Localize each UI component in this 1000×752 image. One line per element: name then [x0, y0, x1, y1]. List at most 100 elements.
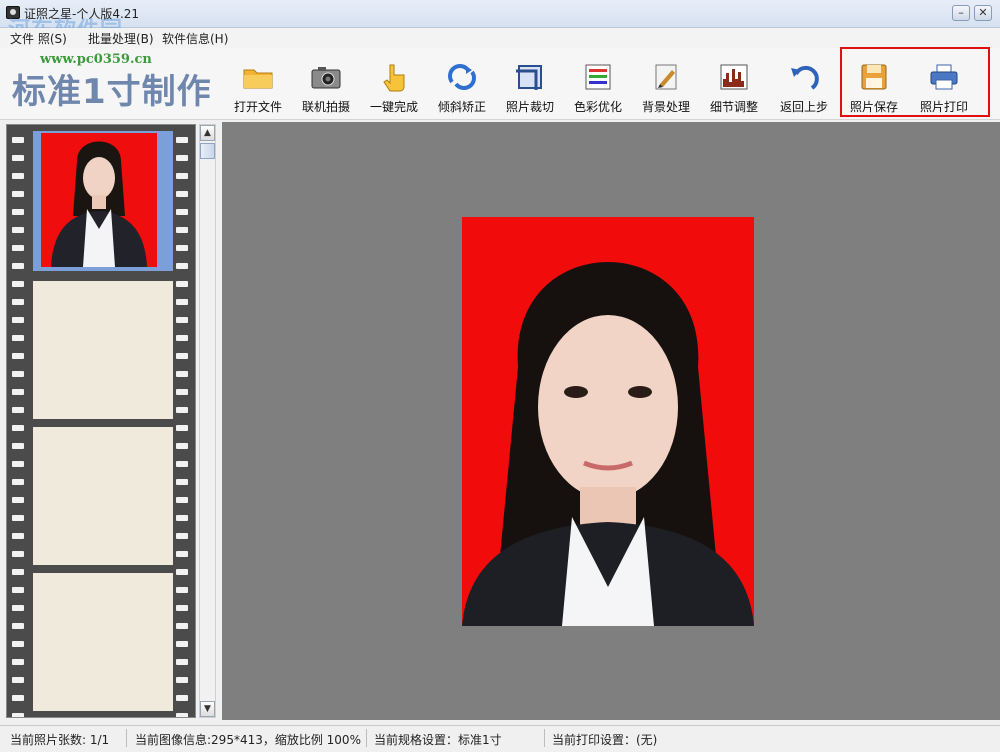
color-optimize-button[interactable]: 色彩优化	[566, 58, 630, 114]
thumbnail-frame-empty[interactable]	[33, 427, 173, 565]
rotate-icon	[446, 62, 478, 92]
detail-adjust-label: 细节调整	[709, 100, 758, 114]
film-holes-left	[12, 125, 26, 717]
open-file-button[interactable]: 打开文件	[226, 58, 290, 114]
film-hole	[176, 695, 188, 701]
tilt-correct-button[interactable]: 倾斜矫正	[430, 58, 494, 114]
status-bar: 当前照片张数: 1/1 当前图像信息:295*413，缩放比例 100% 当前规…	[0, 725, 1000, 752]
film-hole	[176, 605, 188, 611]
film-hole	[12, 695, 24, 701]
film-hole	[12, 299, 24, 305]
highlight-annotation-box	[840, 47, 990, 117]
menu-info[interactable]: 软件信息(H)	[162, 30, 228, 47]
film-hole	[176, 155, 188, 161]
film-hole	[176, 299, 188, 305]
crop-button[interactable]: 照片裁切	[498, 58, 562, 114]
film-hole	[12, 551, 24, 557]
film-hole	[176, 317, 188, 323]
undo-button[interactable]: 返回上步	[772, 58, 836, 114]
film-hole	[176, 641, 188, 647]
film-hole	[176, 587, 188, 593]
film-hole	[12, 569, 24, 575]
brush-icon	[650, 62, 682, 92]
film-hole	[176, 479, 188, 485]
camera-capture-label: 联机拍摄	[301, 100, 350, 114]
menu-batch[interactable]: 批量处理(B)	[88, 30, 154, 47]
film-hole	[12, 425, 24, 431]
film-hole	[12, 317, 24, 323]
crop-icon	[514, 62, 546, 92]
scroll-thumb[interactable]	[200, 143, 215, 159]
menu-bar: 文件 照(S) 批量处理(B) 软件信息(H)	[0, 28, 1000, 48]
crop-label: 照片裁切	[505, 100, 554, 114]
minimize-button[interactable]: –	[952, 5, 970, 21]
film-hole	[12, 677, 24, 683]
menu-file[interactable]: 文件 照(S)	[10, 30, 67, 47]
photo-canvas[interactable]	[222, 122, 1000, 720]
detail-adjust-button[interactable]: 细节调整	[702, 58, 766, 114]
film-hole	[176, 515, 188, 521]
camera-icon	[310, 62, 342, 92]
watermark-url: www.pc0359.cn	[40, 52, 152, 67]
film-hole	[12, 191, 24, 197]
film-hole	[176, 713, 188, 717]
scroll-down-arrow-icon[interactable]: ▼	[200, 701, 215, 717]
film-hole	[12, 335, 24, 341]
film-hole	[176, 425, 188, 431]
film-hole	[176, 533, 188, 539]
title-bar: 证照之星-个人版4.21 河东软件园 – ✕	[0, 0, 1000, 43]
film-hole	[12, 209, 24, 215]
film-hole	[176, 209, 188, 215]
background-button[interactable]: 背景处理	[634, 58, 698, 114]
film-hole	[176, 623, 188, 629]
filmstrip-scrollbar[interactable]: ▲ ▼	[199, 124, 216, 718]
status-separator	[544, 729, 545, 747]
film-hole	[176, 569, 188, 575]
status-print: 当前打印设置：(无)	[552, 733, 658, 747]
film-hole	[176, 677, 188, 683]
status-separator	[366, 729, 367, 747]
undo-label: 返回上步	[779, 100, 828, 114]
film-hole	[12, 497, 24, 503]
film-hole	[12, 281, 24, 287]
close-button[interactable]: ✕	[974, 5, 992, 21]
thumbnail-photo	[41, 133, 157, 267]
status-photo-count: 当前照片张数: 1/1	[10, 733, 110, 747]
film-hole	[12, 407, 24, 413]
open-file-label: 打开文件	[233, 100, 282, 114]
status-image-info: 当前图像信息:295*413，缩放比例 100%	[135, 733, 361, 747]
film-hole	[12, 659, 24, 665]
film-hole	[12, 515, 24, 521]
film-hole	[12, 479, 24, 485]
film-hole	[176, 407, 188, 413]
film-hole	[12, 533, 24, 539]
background-label: 背景处理	[641, 100, 690, 114]
film-hole	[12, 173, 24, 179]
film-hole	[12, 443, 24, 449]
film-hole	[12, 245, 24, 251]
thumbnail-filmstrip[interactable]	[6, 124, 196, 718]
one-click-button[interactable]: 一键完成	[362, 58, 426, 114]
film-hole	[12, 227, 24, 233]
film-hole	[12, 353, 24, 359]
film-holes-right	[176, 125, 190, 717]
film-hole	[12, 389, 24, 395]
film-hole	[176, 173, 188, 179]
film-hole	[176, 227, 188, 233]
camera-capture-button[interactable]: 联机拍摄	[294, 58, 358, 114]
film-hole	[176, 443, 188, 449]
one-click-label: 一键完成	[369, 100, 418, 114]
folder-icon	[242, 62, 274, 92]
film-hole	[176, 191, 188, 197]
thumbnail-frame-selected[interactable]	[33, 131, 173, 271]
film-hole	[12, 587, 24, 593]
film-hole	[176, 263, 188, 269]
histogram-icon	[718, 62, 750, 92]
film-hole	[176, 245, 188, 251]
thumbnail-frame-empty[interactable]	[33, 573, 173, 711]
scroll-up-arrow-icon[interactable]: ▲	[200, 125, 215, 141]
status-separator	[126, 729, 127, 747]
film-hole	[12, 605, 24, 611]
film-hole	[176, 281, 188, 287]
thumbnail-frame-empty[interactable]	[33, 281, 173, 419]
